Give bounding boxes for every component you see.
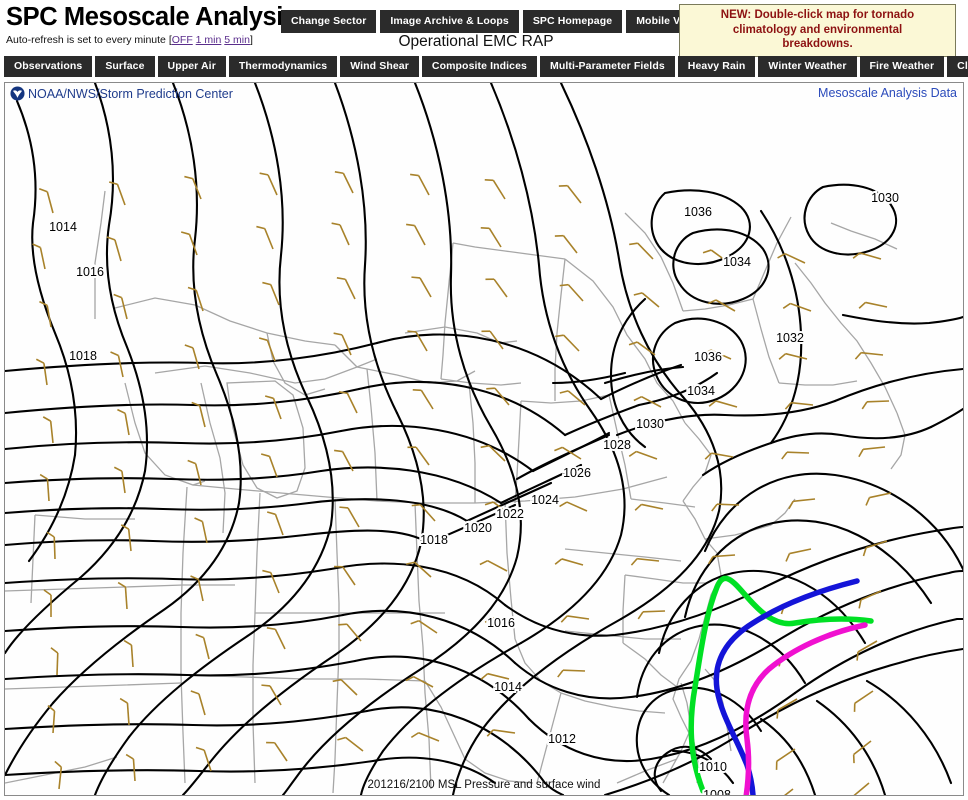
mesoscale-analysis-data-label: Mesoscale Analysis Data — [818, 86, 957, 100]
map-canvas[interactable]: 1014 1014 1016 1016 1018 1018 1036 1036 1030 1030… — [5, 83, 963, 795]
isobar-label: 1010 — [699, 760, 727, 774]
isobar-label: 1034 — [723, 255, 751, 269]
auto-refresh-text: Auto-refresh is set to every minute — [6, 34, 169, 46]
model-subtitle: Operational EMC RAP — [398, 33, 554, 50]
isobar-label: 1018 — [420, 533, 448, 547]
notice-line-1: NEW: Double-click map for tornado — [720, 9, 915, 21]
map-panel[interactable]: 1014 1014 1016 1016 1018 1018 1036 1036 1030 1030… — [4, 82, 964, 796]
noaa-credit: NOAA/NWS/Storm Prediction Center — [10, 86, 233, 101]
isobar-label: 1014 — [49, 220, 77, 234]
tab-upper-air[interactable]: Upper Air — [157, 56, 226, 77]
isobar-label: 1018 — [69, 349, 97, 363]
tab-winter-weather[interactable]: Winter Weather — [758, 56, 857, 77]
page-title: SPC Mesoscale Analysis — [6, 3, 297, 31]
tab-classic[interactable]: Classic — [947, 56, 968, 77]
bracket-close: ] — [249, 34, 253, 46]
isobar-label: 1024 — [531, 493, 559, 507]
isobar-label: 1032 — [776, 331, 804, 345]
isobar-label: 1022 — [496, 507, 524, 521]
nav-spc-homepage[interactable]: SPC Homepage — [522, 10, 623, 33]
mesoscale-analysis-map[interactable]: 1014 1014 1016 1016 1018 1018 1036 1036 1030 1030… — [5, 83, 963, 795]
refresh-option-1min[interactable]: 1 min — [196, 34, 222, 46]
nav-change-sector[interactable]: Change Sector — [281, 10, 377, 33]
category-tab-bar: Observations Surface Upper Air Thermodynami… — [0, 56, 968, 78]
noaa-credit-text: NOAA/NWS/Storm Prediction Center — [28, 87, 233, 101]
refresh-option-5min[interactable]: 5 min — [224, 34, 250, 46]
nav-image-archive-loops[interactable]: Image Archive & Loops — [380, 10, 519, 33]
isobar-label: 1030 — [636, 417, 664, 431]
tab-surface[interactable]: Surface — [95, 56, 155, 77]
spc-mesoscale-analysis-page: SPC Mesoscale Analysis Auto-refresh is s… — [0, 0, 968, 800]
tab-observations[interactable]: Observations — [4, 56, 93, 77]
tab-fire-weather[interactable]: Fire Weather — [859, 56, 945, 77]
tab-thermodynamics[interactable]: Thermodynamics — [228, 56, 338, 77]
page-header: SPC Mesoscale Analysis Auto-refresh is s… — [0, 0, 968, 57]
new-feature-notice: NEW: Double-click map for tornado climat… — [679, 4, 956, 57]
map-caption: 201216/2100 MSL Pressure and surface win… — [367, 779, 601, 791]
title-block: SPC Mesoscale Analysis Auto-refresh is s… — [6, 2, 297, 47]
isobar-label: 1016 — [487, 616, 515, 630]
notice-line-3: breakdowns. — [782, 38, 853, 50]
refresh-option-off[interactable]: OFF — [172, 34, 193, 46]
isobar-label: 1014 — [494, 680, 522, 694]
noaa-logo-icon — [10, 86, 25, 101]
auto-refresh-control: Auto-refresh is set to every minute [OFF… — [6, 33, 278, 47]
isobar-label: 1020 — [464, 521, 492, 535]
tab-composite-indices[interactable]: Composite Indices — [421, 56, 537, 77]
isobar-label: 1030 — [871, 191, 899, 205]
top-navigation: Change Sector Image Archive & Loops SPC Ho… — [281, 10, 726, 33]
isobar-label: 1012 — [548, 732, 576, 746]
isobar-label: 1036 — [694, 350, 722, 364]
isobar-label: 1016 — [76, 265, 104, 279]
tab-multi-parameter-fields[interactable]: Multi-Parameter Fields — [539, 56, 675, 77]
tab-heavy-rain[interactable]: Heavy Rain — [677, 56, 756, 77]
isobar-label: 1036 — [684, 205, 712, 219]
isobar-label: 1028 — [603, 438, 631, 452]
notice-line-2: climatology and environmental — [732, 23, 903, 36]
isobar-label: 1026 — [563, 466, 591, 480]
isobar-label: 1034 — [687, 384, 715, 398]
tab-wind-shear[interactable]: Wind Shear — [340, 56, 419, 77]
